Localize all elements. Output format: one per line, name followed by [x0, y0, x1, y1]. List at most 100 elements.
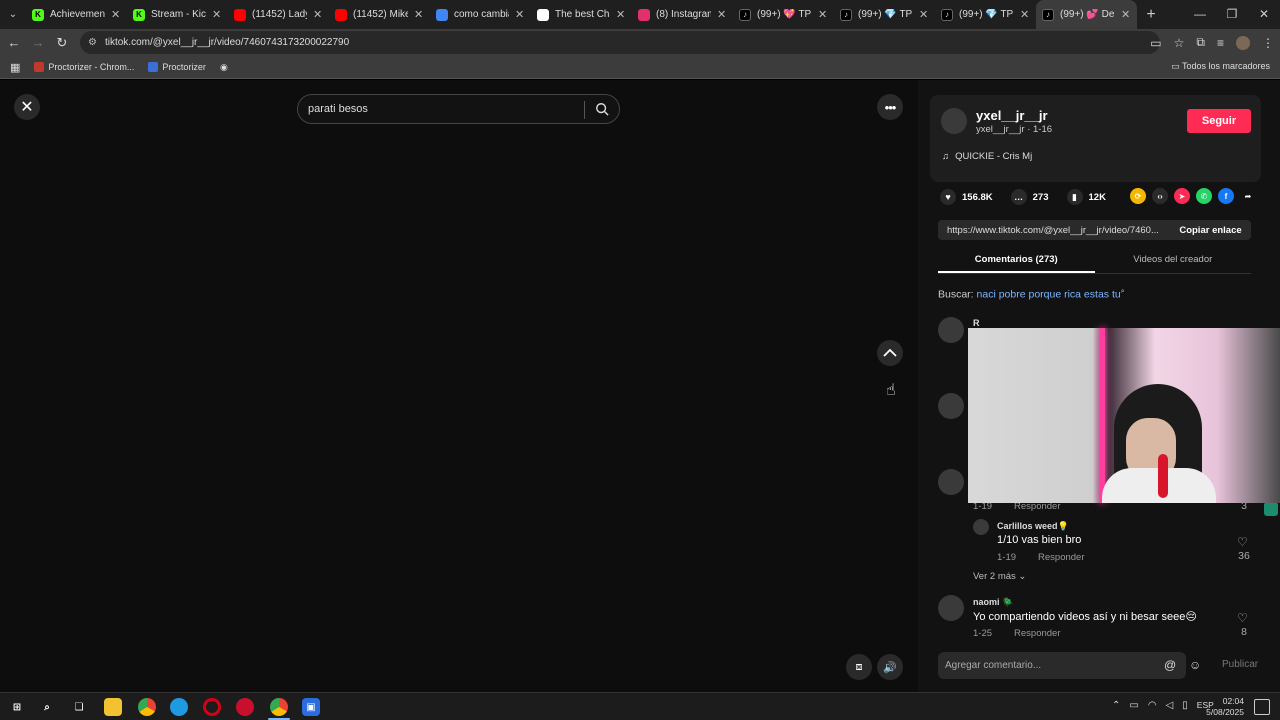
like-stat[interactable]: ♥ 156.8K — [940, 189, 993, 205]
close-tab-icon[interactable]: ✕ — [515, 8, 525, 21]
reload-icon[interactable]: ↻ — [50, 35, 74, 51]
tab-comments[interactable]: Comentarios (273) — [938, 248, 1095, 273]
browser-tab[interactable]: ♪(99+) 💎 TP SHA✕ — [935, 0, 1036, 29]
browser-tab[interactable]: ♪(99+) 💎 TP ROU✕ — [834, 0, 935, 29]
search-input[interactable]: parati besos — [297, 94, 620, 124]
search-icon[interactable]: ⌕ — [38, 698, 56, 716]
follow-button[interactable]: Seguir — [1187, 109, 1251, 133]
tab-search-icon[interactable]: ⌄ — [0, 0, 26, 29]
comment-author[interactable]: naomi 🪲 — [973, 597, 1013, 608]
browser-tab[interactable]: ♪(99+) 💖 TP 2✕ — [733, 0, 834, 29]
send-icon[interactable]: ➤ — [1174, 188, 1190, 204]
close-video-button[interactable]: ✕ — [14, 94, 40, 120]
embed-icon[interactable]: ‹› — [1152, 188, 1168, 204]
file-explorer-icon[interactable] — [104, 698, 122, 716]
search-icon[interactable] — [595, 102, 609, 116]
edge-icon[interactable] — [170, 698, 188, 716]
app-icon[interactable]: ▣ — [302, 698, 320, 716]
reply-button[interactable]: Responder — [1038, 552, 1084, 563]
menu-icon[interactable]: ⋮ — [1262, 36, 1274, 50]
cast-icon[interactable]: ▭ — [1150, 36, 1161, 50]
close-tab-icon[interactable]: ✕ — [111, 8, 121, 21]
browser-tab[interactable]: KAchievements✕ — [26, 0, 127, 29]
task-view-icon[interactable]: ❏ — [70, 698, 88, 716]
creator-avatar[interactable] — [941, 108, 967, 134]
close-tab-icon[interactable]: ✕ — [919, 8, 929, 21]
browser-tab[interactable]: KStream - Kick L✕ — [127, 0, 228, 29]
share-arrow-icon[interactable]: ➦ — [1240, 188, 1256, 204]
repost-icon[interactable]: ⟳ — [1130, 188, 1146, 204]
media-icon[interactable]: ≡ — [1217, 36, 1224, 50]
notification-icon[interactable] — [1254, 699, 1270, 715]
more-options-button[interactable]: ••• — [877, 94, 903, 120]
extensions-icon[interactable]: ⧉ — [1196, 35, 1205, 50]
site-info-icon[interactable]: ⚙ — [88, 37, 97, 48]
browser-tab[interactable]: The best Chatb✕ — [531, 0, 632, 29]
video-stage[interactable]: ✕ parati besos ••• ☝ ⧈ 🔊 — [0, 80, 918, 692]
emoji-icon[interactable]: ☺ — [1189, 658, 1201, 672]
music-link[interactable]: ♫ QUICKIE - Cris Mj — [942, 151, 1032, 162]
browser-tab[interactable]: como cambiar✕ — [430, 0, 531, 29]
all-bookmarks[interactable]: ▭ Todos los marcadores — [1171, 61, 1270, 72]
comment-avatar[interactable] — [938, 393, 964, 419]
recorder-icon[interactable] — [236, 698, 254, 716]
bookmark-proctorizer-chrome[interactable]: Proctorizer - Chrom... — [34, 62, 134, 72]
comment-author[interactable]: Carlillos weed💡 — [997, 521, 1069, 532]
new-tab-button[interactable]: + — [1137, 6, 1165, 24]
globe-icon[interactable]: ◉ — [220, 62, 228, 73]
close-tab-icon[interactable]: ✕ — [1020, 8, 1030, 21]
close-tab-icon[interactable]: ✕ — [414, 8, 424, 21]
comment-author[interactable]: R — [973, 318, 980, 328]
close-tab-icon[interactable]: ✕ — [717, 8, 727, 21]
minimize-icon[interactable]: — — [1184, 0, 1216, 29]
facebook-icon[interactable]: f — [1218, 188, 1234, 204]
close-tab-icon[interactable]: ✕ — [313, 8, 323, 21]
tab-creator-videos[interactable]: Videos del creador — [1095, 248, 1252, 273]
volume-button[interactable]: 🔊 — [877, 654, 903, 680]
apps-icon[interactable]: ▦ — [10, 61, 20, 74]
bookmark-proctorizer[interactable]: Proctorizer — [148, 62, 206, 72]
battery-icon[interactable]: ▯ — [1182, 700, 1188, 711]
browser-tab[interactable]: ♪ (99+) 💕 De ✕ — [1036, 0, 1137, 29]
forward-icon[interactable]: → — [26, 35, 50, 50]
close-tab-icon[interactable]: ✕ — [616, 8, 626, 21]
comment-stat[interactable]: … 273 — [1010, 189, 1049, 205]
close-tab-icon[interactable]: ✕ — [1121, 8, 1131, 21]
save-stat[interactable]: ▮ 12K — [1066, 189, 1106, 205]
windows-start-icon[interactable]: ⊞ — [8, 698, 26, 716]
close-tab-icon[interactable]: ✕ — [212, 8, 222, 21]
heart-outline-icon[interactable]: ♡ — [1237, 611, 1248, 625]
scroll-helper-icon[interactable] — [1264, 502, 1278, 516]
reply-avatar[interactable] — [973, 519, 989, 535]
whatsapp-icon[interactable]: ✆ — [1196, 188, 1212, 204]
mini-player-button[interactable]: ⧈ — [846, 654, 872, 680]
mention-icon[interactable]: @ — [1164, 658, 1176, 672]
back-icon[interactable]: ← — [2, 35, 26, 50]
close-tab-icon[interactable]: ✕ — [818, 8, 828, 21]
bookmark-star-icon[interactable]: ☆ — [1174, 36, 1185, 50]
system-clock[interactable]: 02:04 5/08/2025 — [1206, 696, 1244, 718]
comment-input[interactable]: Agregar comentario... @ ☺ — [938, 652, 1201, 679]
publish-button[interactable]: Publicar — [1222, 659, 1258, 670]
video-link[interactable]: https://www.tiktok.com/@yxel__jr__jr/vid… — [938, 225, 1170, 236]
comment-avatar[interactable] — [938, 595, 964, 621]
opera-icon[interactable] — [203, 698, 221, 716]
copy-link-button[interactable]: Copiar enlace — [1170, 225, 1251, 236]
close-window-icon[interactable]: ✕ — [1248, 0, 1280, 29]
browser-tab[interactable]: (11452) Lady G✕ — [228, 0, 329, 29]
search-suggestion[interactable]: Buscar: naci pobre porque rica estas tu⌕ — [938, 288, 1125, 301]
omnibox[interactable]: ⚙ tiktok.com/@yxel__jr__jr/video/7460743… — [80, 31, 1160, 54]
tray-app-icon[interactable]: ▭ — [1129, 700, 1138, 711]
reply-button[interactable]: Responder — [1014, 628, 1060, 639]
wifi-icon[interactable]: ◠ — [1148, 700, 1157, 711]
chrome-icon[interactable] — [138, 698, 156, 716]
profile-avatar[interactable] — [1236, 35, 1250, 50]
restore-icon[interactable]: ❐ — [1216, 0, 1248, 29]
comment-avatar[interactable] — [938, 469, 964, 495]
creator-username[interactable]: yxel__jr__jr — [976, 108, 1048, 123]
view-more-replies[interactable]: Ver 2 más ⌄ — [973, 571, 1026, 582]
previous-video-button[interactable] — [877, 340, 903, 366]
browser-tab[interactable]: (8) Instagram ✕ — [632, 0, 733, 29]
browser-tab[interactable]: (11452) Mike E✕ — [329, 0, 430, 29]
volume-tray-icon[interactable]: ◁ — [1166, 700, 1174, 711]
